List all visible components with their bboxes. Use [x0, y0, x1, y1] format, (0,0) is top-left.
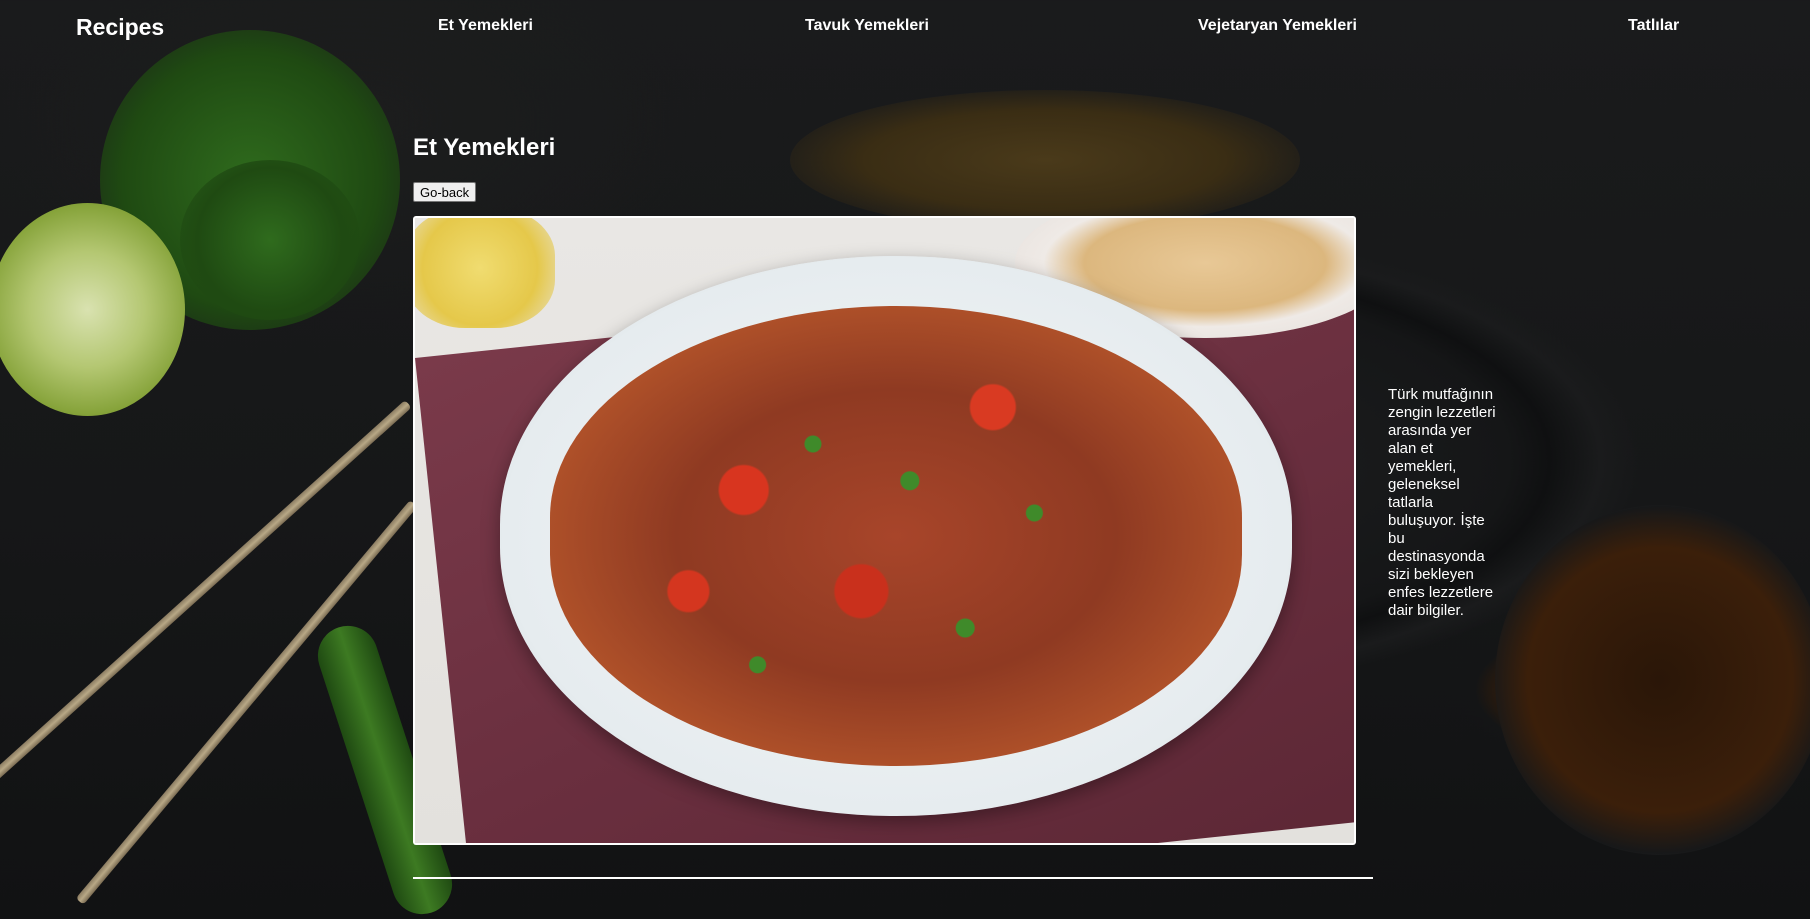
- background-parsley-sprig: [180, 160, 360, 320]
- sauce-cup: [415, 218, 555, 328]
- brand-logo[interactable]: Recipes: [76, 14, 164, 41]
- top-navigation: Recipes Et Yemekleri Tavuk Yemekleri Vej…: [0, 0, 1810, 52]
- dish-image: [415, 218, 1354, 843]
- meat-stew: [550, 306, 1242, 766]
- background-sauce-bowl: [1495, 505, 1810, 855]
- background-noodles: [790, 90, 1300, 230]
- go-back-button[interactable]: Go-back: [413, 182, 477, 202]
- nav-link-vejetaryan-yemekleri[interactable]: Vejetaryan Yemekleri: [1198, 17, 1357, 35]
- page-title: Et Yemekleri: [413, 134, 556, 161]
- nav-link-et-yemekleri[interactable]: Et Yemekleri: [438, 17, 533, 35]
- background-lime: [0, 203, 185, 416]
- nav-link-tatlilar[interactable]: Tatlılar: [1628, 17, 1679, 35]
- description-text: Türk mutfağının zengin lezzetleri arasın…: [1388, 386, 1496, 619]
- divider: [413, 877, 1373, 879]
- nav-link-tavuk-yemekleri[interactable]: Tavuk Yemekleri: [805, 17, 929, 35]
- dish-image-frame: [413, 216, 1356, 845]
